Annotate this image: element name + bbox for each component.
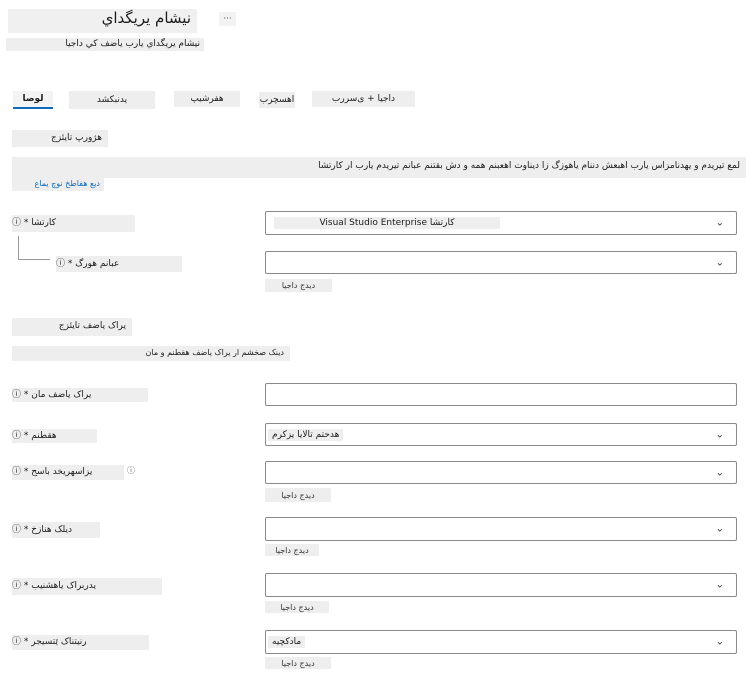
chevron-down-icon: ⌄ — [715, 257, 724, 268]
page-subtitle: نیشام یریگداي یارب یاضف کي داجيا — [6, 38, 204, 51]
tab-advanced[interactable]: هفرشیپ — [174, 91, 240, 107]
learn-more-link[interactable]: دیع هفاطخ نوچ یماع — [12, 178, 104, 191]
chevron-down-icon: ⌄ — [715, 579, 724, 591]
region-select[interactable]: هدحتم تالایا یزکرم ⌄ — [265, 423, 737, 446]
tab-basics[interactable]: لوصا — [13, 91, 53, 109]
subscription-value: Visual Studio Enterprise کارتشا — [274, 217, 500, 229]
create-new-key-vault-link[interactable]: دیدج داجیا — [265, 544, 319, 556]
more-options-button[interactable]: ··· — [219, 12, 236, 26]
create-new-registry-link[interactable]: دیدج داجیا — [265, 657, 331, 669]
workspace-description: دینک صخشم ار یراک یاضف هقطنم و مان — [12, 346, 290, 361]
container-registry-label: رنیتناک ێتسیجر * ⓘ — [12, 635, 149, 650]
chevron-down-icon: ⌄ — [715, 467, 724, 478]
key-vault-label: دیلک هنازخ * ⓘ — [12, 522, 100, 538]
app-insights-label: یدربراک یاهشنیب * ⓘ — [12, 578, 162, 595]
chevron-down-icon: ⌄ — [715, 636, 724, 648]
resource-group-label: عبانم هورگ * ⓘ — [56, 256, 182, 272]
tab-networking[interactable]: یدنبکشد — [69, 91, 155, 109]
info-icon[interactable]: ⓘ — [127, 465, 137, 477]
key-vault-select[interactable]: ⌄ — [265, 517, 737, 541]
storage-account-select[interactable]: ⌄ — [265, 461, 737, 484]
project-details-heading: هژورپ تایئزج — [12, 130, 108, 147]
app-insights-select[interactable]: ⌄ — [265, 573, 737, 597]
project-description: لمع تیریدم و یهدنامزاس یارب اهبعش دننام … — [12, 157, 746, 178]
create-new-storage-link[interactable]: دیدج داجیا — [265, 488, 331, 502]
page-title: نیشام یریگداي — [8, 9, 197, 33]
tree-connector — [18, 236, 50, 260]
chevron-down-icon: ⌄ — [715, 217, 724, 229]
subscription-select[interactable]: Visual Studio Enterprise کارتشا ⌄ — [265, 211, 737, 235]
resource-group-select[interactable]: ⌄ — [265, 251, 737, 274]
chevron-down-icon: ⌄ — [715, 429, 724, 440]
container-registry-select[interactable]: مادکچیه ⌄ — [265, 630, 737, 654]
storage-account-label: یزاسهریخد باسح * ⓘ — [12, 465, 124, 480]
tab-review-create[interactable]: داجیا + ی‌سررب — [312, 91, 415, 107]
workspace-details-heading: یراک یاضف تایئزج — [12, 318, 132, 336]
chevron-down-icon: ⌄ — [715, 523, 724, 535]
tab-tags[interactable]: اهسچرب — [259, 92, 295, 108]
create-new-insights-link[interactable]: دیدج داجیا — [265, 601, 329, 613]
region-value: هدحتم تالایا یزکرم — [268, 428, 344, 441]
create-new-resource-group-link[interactable]: دیدج داجیا — [265, 279, 332, 292]
subscription-label: کارتشا * ⓘ — [12, 215, 135, 232]
region-label: هقطنم * ⓘ — [12, 429, 97, 443]
container-registry-value: مادکچیه — [268, 636, 306, 648]
workspace-name-label: یراک یاضف مان * ⓘ — [12, 388, 148, 402]
workspace-name-input[interactable] — [265, 383, 737, 406]
